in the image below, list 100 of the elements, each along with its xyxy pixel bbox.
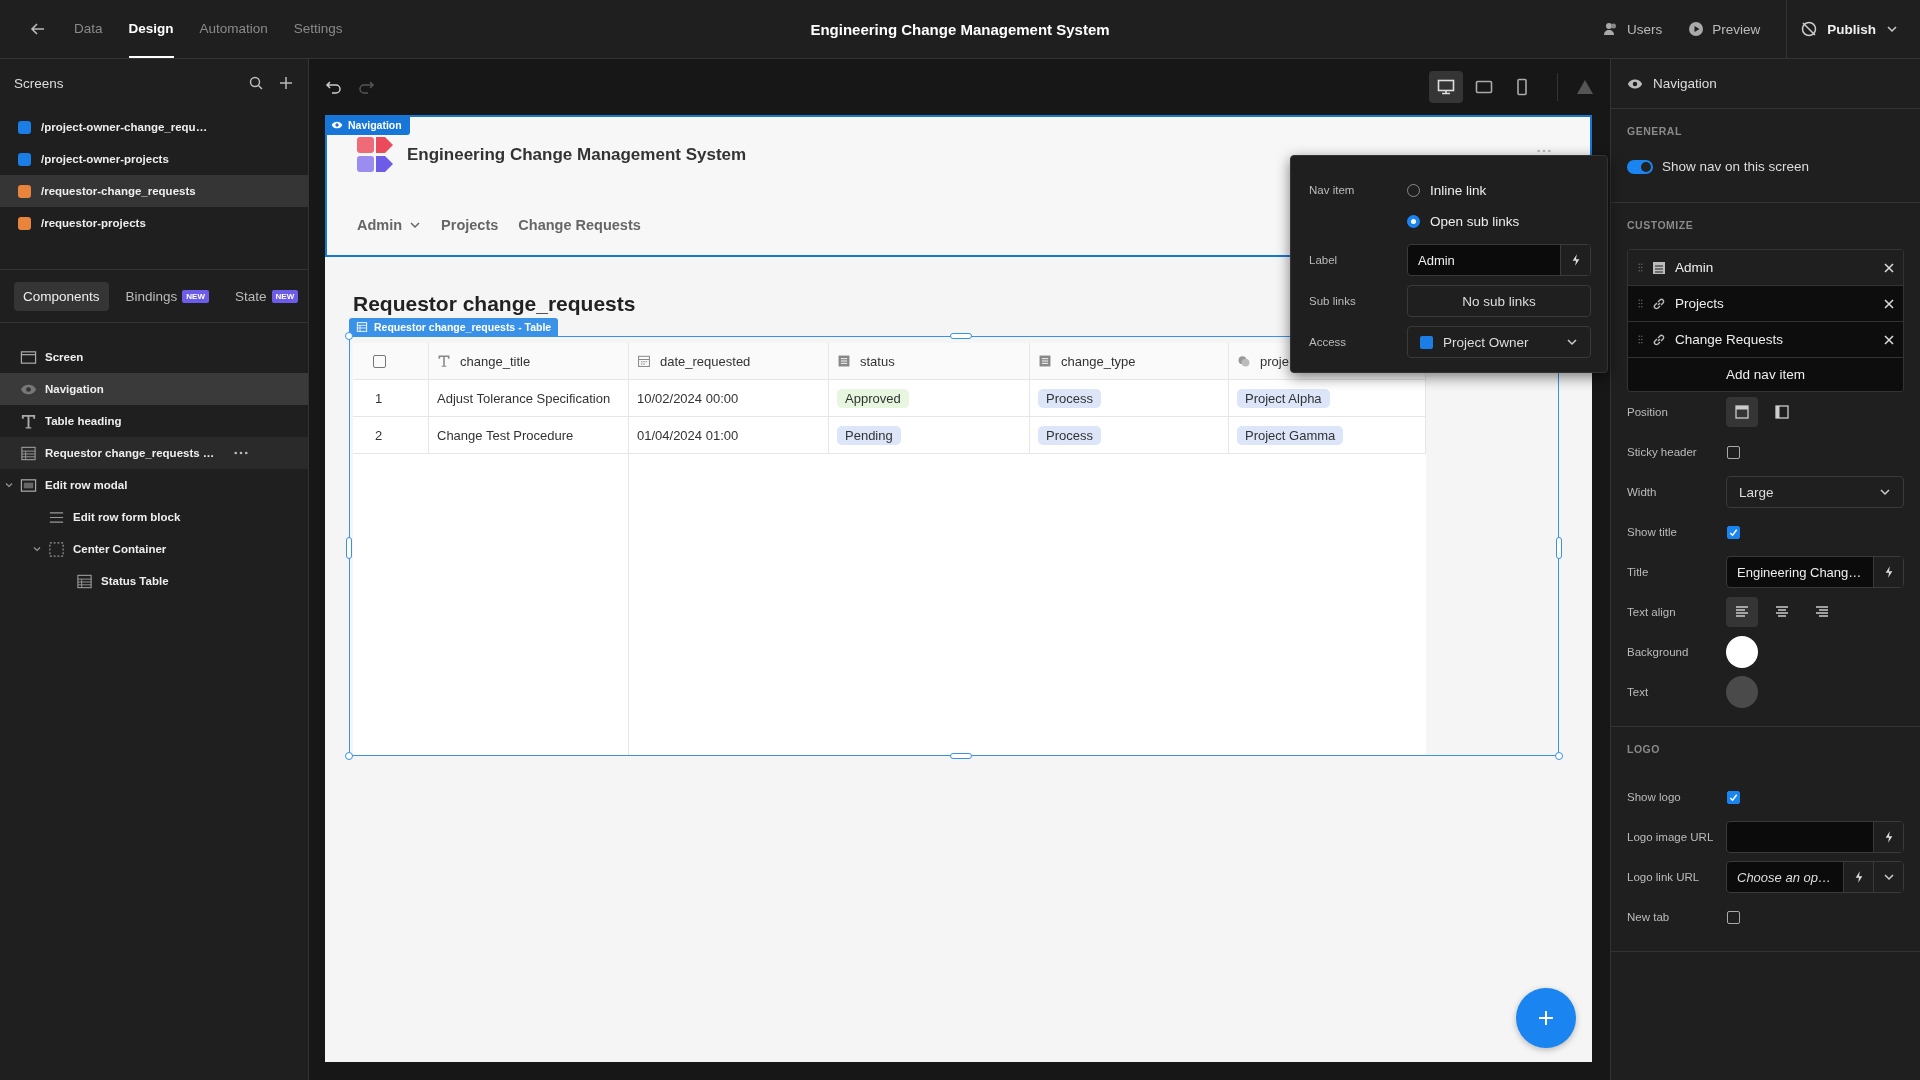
undo-icon[interactable]: [325, 78, 343, 96]
nav-item-row[interactable]: Projects: [1628, 286, 1903, 322]
binding-field[interactable]: Choose an op…: [1726, 861, 1904, 893]
binding-button[interactable]: [1873, 822, 1903, 852]
add-nav-item-button[interactable]: Add nav item: [1628, 358, 1903, 391]
top-tab[interactable]: Design: [128, 0, 174, 58]
component-tree-item[interactable]: Edit row form block: [0, 501, 308, 533]
more-icon[interactable]: [234, 451, 249, 455]
component-tree-item[interactable]: Edit row modal: [0, 469, 308, 501]
resize-handle[interactable]: [345, 332, 353, 340]
binding-input[interactable]: Engineering Chang…: [1727, 557, 1873, 587]
column-header[interactable]: change_title: [429, 343, 629, 379]
table-cell: Change Test Procedure: [429, 417, 629, 453]
screen-path: /project-owner-projects: [41, 153, 169, 165]
toggle-switch[interactable]: [1627, 159, 1653, 174]
route-list-item[interactable]: /project-owner-projects: [0, 143, 308, 175]
chevron-down-icon: [1886, 23, 1898, 35]
top-action-button[interactable]: Preview: [1688, 21, 1761, 37]
property-label: Nav item: [1309, 183, 1356, 198]
resize-handle[interactable]: [1556, 537, 1562, 559]
binding-button[interactable]: [1843, 862, 1873, 892]
top-action-button[interactable]: Users: [1602, 21, 1663, 37]
add-icon[interactable]: [278, 75, 294, 91]
status-tag: Pending: [837, 425, 901, 445]
component-label: Screen: [45, 351, 84, 363]
binding-input[interactable]: Choose an op…: [1727, 862, 1843, 892]
resize-handle[interactable]: [346, 537, 352, 559]
checkbox[interactable]: [1727, 445, 1740, 459]
sidebar-layout-icon: [1774, 404, 1790, 420]
sub-links-button[interactable]: No sub links: [1407, 285, 1591, 317]
publish-button[interactable]: Publish: [1786, 0, 1920, 58]
route-list-item[interactable]: /project-owner-change_requ…: [0, 111, 308, 143]
nav-title: Engineering Change Management System: [407, 145, 747, 165]
component-tree-item[interactable]: Status Table: [0, 565, 308, 597]
panel-tab[interactable]: Bindings NEW: [116, 281, 218, 311]
checkbox[interactable]: [1727, 525, 1740, 539]
property-label: Title: [1627, 566, 1650, 578]
drag-handle-icon[interactable]: [1638, 298, 1643, 309]
color-swatch[interactable]: [1726, 676, 1758, 708]
table-cell: 01/04/2024 01:00: [629, 417, 829, 453]
close-icon[interactable]: [1883, 333, 1895, 346]
component-label: Edit row modal: [45, 479, 128, 491]
caret-icon[interactable]: [32, 544, 42, 554]
checkbox[interactable]: [1727, 910, 1740, 924]
radio-option[interactable]: Inline link: [1407, 183, 1520, 198]
search-icon[interactable]: [248, 75, 264, 91]
panel-tab[interactable]: Components: [14, 281, 109, 311]
top-tab[interactable]: Data: [74, 0, 103, 58]
nav-link[interactable]: Projects: [441, 217, 499, 233]
drag-handle-icon[interactable]: [1638, 262, 1643, 273]
radio-button[interactable]: [1407, 215, 1420, 228]
width-select[interactable]: Large: [1726, 476, 1904, 508]
access-select[interactable]: Project Owner: [1407, 326, 1591, 358]
property-label: Sub links: [1309, 294, 1357, 309]
nav-link[interactable]: Change Requests: [518, 217, 641, 233]
property-label: Position: [1627, 406, 1669, 418]
color-swatch[interactable]: [1726, 636, 1758, 668]
column-header[interactable]: status: [829, 343, 1030, 379]
text-align-icon: [1814, 604, 1830, 620]
component-tree-item[interactable]: Table heading: [0, 405, 308, 437]
section-heading: GENERAL: [1627, 125, 1683, 137]
component-tree-item[interactable]: Center Container: [0, 533, 308, 565]
binding-field[interactable]: Engineering Chang…: [1726, 556, 1904, 588]
component-label: Center Container: [73, 543, 167, 555]
column-header[interactable]: change_type: [1030, 343, 1229, 379]
component-label: Table heading: [45, 415, 122, 427]
warning-icon[interactable]: [1576, 78, 1594, 96]
component-tree-item[interactable]: Navigation: [0, 373, 308, 405]
nav-link[interactable]: Admin: [357, 217, 422, 233]
dropdown-button[interactable]: [1873, 862, 1903, 892]
top-option-button[interactable]: [1726, 397, 1758, 427]
add-button[interactable]: [1516, 988, 1576, 1048]
route-list-item[interactable]: /requestor-change_requests: [0, 175, 308, 207]
desktop-view-button[interactable]: [1429, 71, 1463, 103]
nav-item-row[interactable]: Admin: [1628, 250, 1903, 286]
tablet-icon: [1475, 78, 1493, 96]
checkbox[interactable]: [1727, 790, 1740, 804]
top-tab[interactable]: Automation: [199, 0, 268, 58]
panel-tab[interactable]: State NEW: [226, 281, 308, 311]
route-list-item[interactable]: /requestor-projects: [0, 207, 308, 239]
component-tree-item[interactable]: Screen: [0, 341, 308, 373]
resize-handle[interactable]: [1555, 752, 1563, 760]
resize-handle[interactable]: [950, 333, 972, 339]
select-all-checkbox[interactable]: [373, 354, 386, 368]
component-tree-item[interactable]: Requestor change_requests …: [0, 437, 308, 469]
close-icon[interactable]: [1883, 297, 1895, 310]
property-label: Logo image URL: [1627, 831, 1715, 843]
binding-field[interactable]: [1726, 821, 1904, 853]
calendar-icon: [637, 354, 651, 368]
top-tab[interactable]: Settings: [293, 0, 343, 58]
component-label: Requestor change_requests …: [45, 447, 215, 459]
caret-icon[interactable]: [4, 480, 14, 490]
binding-button[interactable]: [1873, 557, 1903, 587]
status-tag: Approved: [837, 388, 909, 408]
radio-option[interactable]: Open sub links: [1407, 214, 1520, 229]
close-icon[interactable]: [1883, 261, 1895, 274]
nav-item-row[interactable]: Change Requests: [1628, 322, 1903, 358]
align-left-option-button[interactable]: [1726, 597, 1758, 627]
column-header[interactable]: date_requested: [629, 343, 829, 379]
drag-handle-icon[interactable]: [1638, 334, 1643, 345]
